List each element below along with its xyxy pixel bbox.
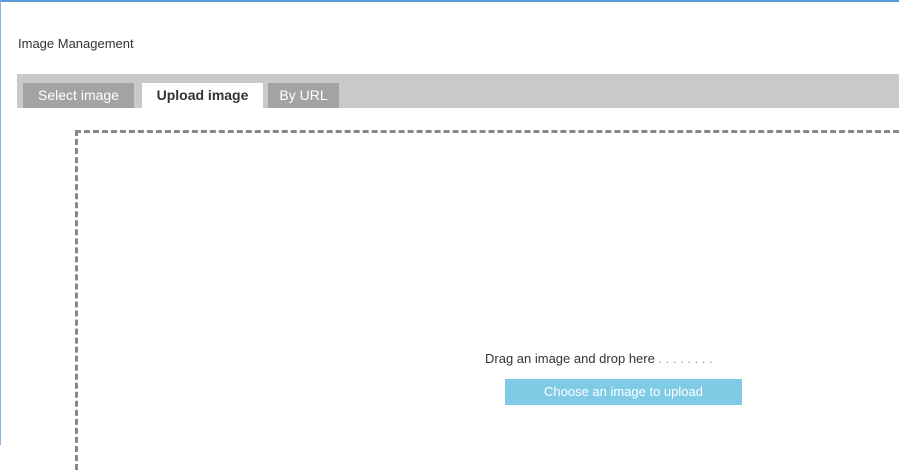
- tab-content-panel: [17, 108, 899, 470]
- tab-by-url[interactable]: By URL: [268, 83, 339, 108]
- tab-select-image[interactable]: Select image: [23, 83, 134, 108]
- image-management-window: Image Management Select image Upload ima…: [0, 0, 899, 470]
- title-bar: Image Management: [1, 2, 899, 72]
- drop-instruction-dots: . . . . . . . .: [654, 351, 713, 366]
- window-title: Image Management: [18, 36, 134, 51]
- choose-image-button[interactable]: Choose an image to upload: [505, 379, 742, 405]
- drop-instruction: Drag an image and drop here . . . . . . …: [485, 351, 713, 366]
- tab-upload-image[interactable]: Upload image: [142, 83, 263, 108]
- tab-strip: Select image Upload image By URL: [17, 74, 899, 108]
- image-drop-zone[interactable]: [75, 130, 899, 470]
- drop-instruction-label: Drag an image and drop here: [485, 351, 655, 366]
